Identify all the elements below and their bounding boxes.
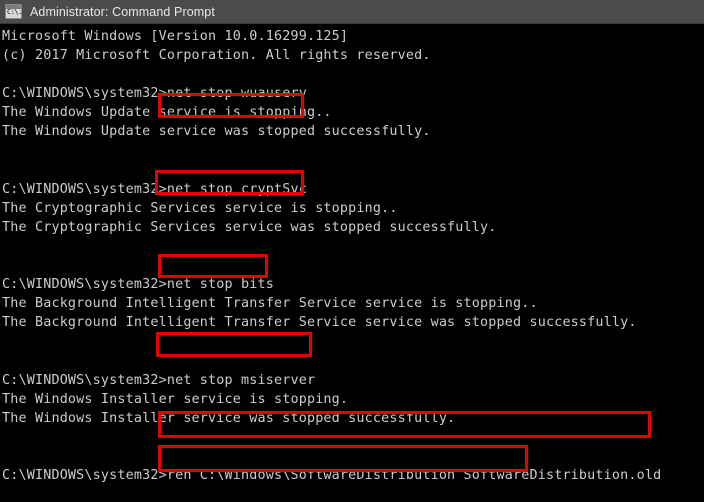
console-output-area[interactable]: Microsoft Windows [Version 10.0.16299.12… [0, 24, 704, 502]
console-line: C:\WINDOWS\system32>net stop bits [2, 277, 274, 293]
console-line: The Background Intelligent Transfer Serv… [2, 296, 538, 312]
console-line: The Windows Update service was stopped s… [2, 124, 431, 140]
console-line: Microsoft Windows [Version 10.0.16299.12… [2, 29, 349, 44]
console-line: The Windows Installer service is stoppin… [2, 391, 349, 407]
window-title: Administrator: Command Prompt [30, 4, 215, 19]
console-line: The Windows Installer service was stoppe… [2, 410, 456, 426]
console-line: C:\WINDOWS\system32>net stop msiserver [2, 372, 316, 388]
console-text: Microsoft Windows [Version 10.0.16299.12… [2, 27, 661, 502]
console-line: C:\WINDOWS\system32>net stop wuauserv [2, 86, 307, 102]
console-line: The Cryptographic Services service was s… [2, 219, 497, 235]
cmd-icon-glyph: C:\. [7, 8, 22, 16]
window-titlebar[interactable]: C:\. Administrator: Command Prompt [0, 0, 704, 24]
cmd-icon: C:\. [5, 4, 22, 19]
console-line: The Cryptographic Services service is st… [2, 200, 398, 216]
console-line: C:\WINDOWS\system32>net stop cryptSvc [2, 181, 307, 197]
console-line: The Windows Update service is stopping.. [2, 105, 332, 121]
console-line: C:\WINDOWS\system32>ren C:\Windows\Softw… [2, 468, 662, 484]
command-prompt-window: C:\. Administrator: Command Prompt Micro… [0, 0, 704, 502]
console-line: (c) 2017 Microsoft Corporation. All righ… [2, 48, 431, 64]
console-line: The Background Intelligent Transfer Serv… [2, 315, 637, 331]
